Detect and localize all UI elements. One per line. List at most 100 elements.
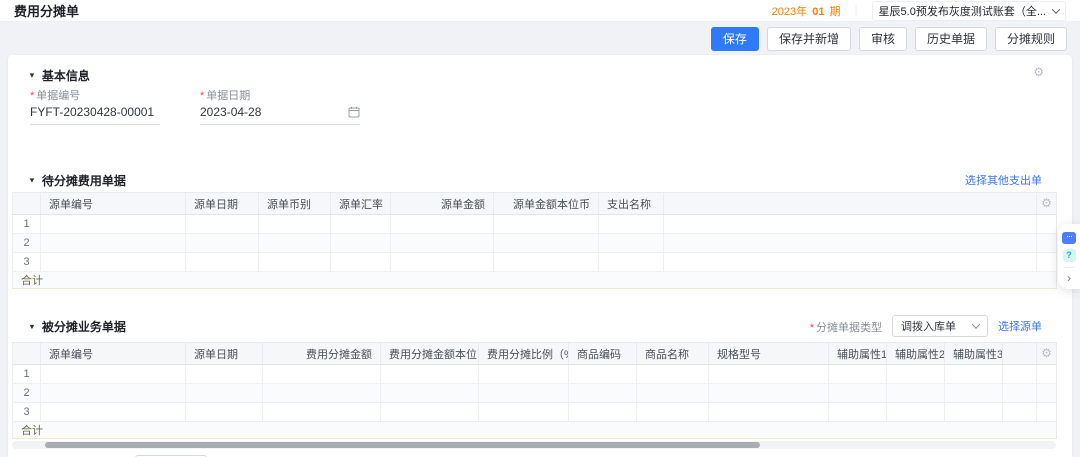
- grid-cell[interactable]: [479, 365, 569, 384]
- grid-cell[interactable]: [494, 253, 599, 272]
- pending-section-header[interactable]: ▼ 待分摊费用单据: [28, 172, 126, 188]
- doc-date-input[interactable]: 2023-04-28: [200, 105, 360, 125]
- select-source-doc-link[interactable]: 选择源单: [998, 318, 1042, 334]
- grid-cell[interactable]: [41, 215, 186, 234]
- grid-cell[interactable]: [637, 403, 709, 422]
- grid-cell[interactable]: [829, 365, 887, 384]
- filler-column: [664, 193, 1037, 215]
- grid-cell[interactable]: [391, 234, 494, 253]
- grid-cell[interactable]: [479, 384, 569, 403]
- grid-cell[interactable]: [259, 215, 331, 234]
- collapse-panel-icon[interactable]: ›: [1067, 273, 1071, 283]
- pending-expense-grid: 源单编号源单日期源单币别源单汇率源单金额源单金额本位币支出名称⚙123合计: [12, 192, 1057, 289]
- basic-info-section-header[interactable]: ▼ 基本信息: [28, 67, 1072, 83]
- grid-cell[interactable]: [479, 403, 569, 422]
- page-title: 费用分摊单: [14, 1, 79, 20]
- grid-cell[interactable]: [331, 215, 391, 234]
- grid-cell[interactable]: [381, 384, 479, 403]
- column-settings-cell[interactable]: ⚙: [1037, 193, 1057, 215]
- doc-date-label-text: 单据日期: [206, 90, 250, 102]
- doc-no-field: *单据编号 FYFT-20230428-00001: [30, 87, 160, 127]
- grid-cell[interactable]: [637, 384, 709, 403]
- horizontal-scrollbar-thumb[interactable]: [45, 442, 760, 448]
- gear-icon[interactable]: ⚙: [1041, 196, 1052, 210]
- doc-date-label: *单据日期: [200, 87, 360, 101]
- grid-cell[interactable]: [263, 403, 381, 422]
- total-row-label: 合计: [13, 422, 1057, 439]
- grid-cell[interactable]: [41, 365, 186, 384]
- grid-cell[interactable]: [945, 384, 1003, 403]
- grid-cell[interactable]: [569, 365, 637, 384]
- row-number-header: [13, 343, 41, 365]
- grid-cell[interactable]: [569, 403, 637, 422]
- grid-cell[interactable]: [186, 384, 263, 403]
- history-docs-button[interactable]: 历史单据: [915, 27, 987, 51]
- grid-cell[interactable]: [186, 403, 263, 422]
- grid-cell[interactable]: [709, 365, 829, 384]
- grid-cell[interactable]: [41, 253, 186, 272]
- grid-cell[interactable]: [259, 253, 331, 272]
- grid-cell[interactable]: [186, 234, 259, 253]
- grid-cell[interactable]: [887, 403, 945, 422]
- grid-cell[interactable]: [331, 234, 391, 253]
- grid-cell[interactable]: [599, 234, 664, 253]
- doc-no-input[interactable]: FYFT-20230428-00001: [30, 105, 160, 125]
- horizontal-scrollbar[interactable]: [12, 441, 1056, 449]
- save-button[interactable]: 保存: [711, 27, 759, 51]
- grid-cell[interactable]: [945, 365, 1003, 384]
- calendar-icon[interactable]: [348, 106, 360, 118]
- grid-cell[interactable]: [887, 365, 945, 384]
- chat-icon[interactable]: ···: [1062, 232, 1076, 244]
- column-header: 费用分摊比例（%）: [479, 343, 569, 365]
- grid-cell[interactable]: [263, 384, 381, 403]
- period-unit: 期: [830, 6, 841, 18]
- column-header: 源单编号: [41, 193, 186, 215]
- toolbar: 保存 保存并新增 审核 历史单据 分摊规则: [711, 27, 1067, 51]
- grid-cell[interactable]: [709, 384, 829, 403]
- grid-cell[interactable]: [494, 234, 599, 253]
- grid-cell[interactable]: [599, 253, 664, 272]
- grid-cell[interactable]: [41, 384, 186, 403]
- grid-cell[interactable]: [829, 403, 887, 422]
- doc-no-label: *单据编号: [30, 87, 160, 101]
- grid-cell[interactable]: [381, 365, 479, 384]
- grid-cell[interactable]: [709, 403, 829, 422]
- doc-type-value: 调拨入库单: [901, 318, 956, 334]
- accounting-period[interactable]: 2023年 01 期: [772, 3, 841, 19]
- grid-cell[interactable]: [331, 253, 391, 272]
- allocated-section-row: ▼ 被分摊业务单据 *分摊单据类型 调拨入库单 选择源单: [28, 314, 1042, 338]
- grid-cell[interactable]: [829, 384, 887, 403]
- save-and-new-button[interactable]: 保存并新增: [767, 27, 851, 51]
- grid-cell[interactable]: [186, 365, 263, 384]
- grid-cell[interactable]: [599, 215, 664, 234]
- grid-cell[interactable]: [391, 253, 494, 272]
- column-settings-cell[interactable]: ⚙: [1037, 343, 1057, 365]
- grid-cell[interactable]: [263, 365, 381, 384]
- grid-cell[interactable]: [381, 403, 479, 422]
- allocation-rules-button[interactable]: 分摊规则: [995, 27, 1067, 51]
- card-settings-button[interactable]: ⚙: [1033, 63, 1044, 81]
- select-other-expense-link[interactable]: 选择其他支出单: [965, 172, 1042, 188]
- grid-cell[interactable]: [41, 234, 186, 253]
- grid-cell[interactable]: [259, 234, 331, 253]
- grid-cell[interactable]: [41, 403, 186, 422]
- account-book-selector[interactable]: 星辰5.0预发布灰度测试账套（全...: [872, 1, 1066, 21]
- grid-cell[interactable]: [391, 215, 494, 234]
- grid-cell[interactable]: [945, 403, 1003, 422]
- collapse-triangle-icon: ▼: [28, 322, 36, 330]
- allocated-section-header[interactable]: ▼ 被分摊业务单据: [28, 318, 126, 334]
- grid-cell[interactable]: [887, 384, 945, 403]
- doc-type-select[interactable]: 调拨入库单: [892, 315, 988, 337]
- period-year: 2023年: [772, 6, 807, 18]
- grid-cell[interactable]: [186, 253, 259, 272]
- gear-icon[interactable]: ⚙: [1041, 346, 1052, 360]
- column-header: 商品名称: [637, 343, 709, 365]
- audit-button[interactable]: 审核: [859, 27, 907, 51]
- divider: ｜: [851, 3, 862, 19]
- grid-cell[interactable]: [569, 384, 637, 403]
- grid-cell[interactable]: [637, 365, 709, 384]
- help-icon[interactable]: ?: [1063, 249, 1076, 262]
- grid-cell[interactable]: [494, 215, 599, 234]
- grid-cell: [1037, 253, 1057, 272]
- grid-cell[interactable]: [186, 215, 259, 234]
